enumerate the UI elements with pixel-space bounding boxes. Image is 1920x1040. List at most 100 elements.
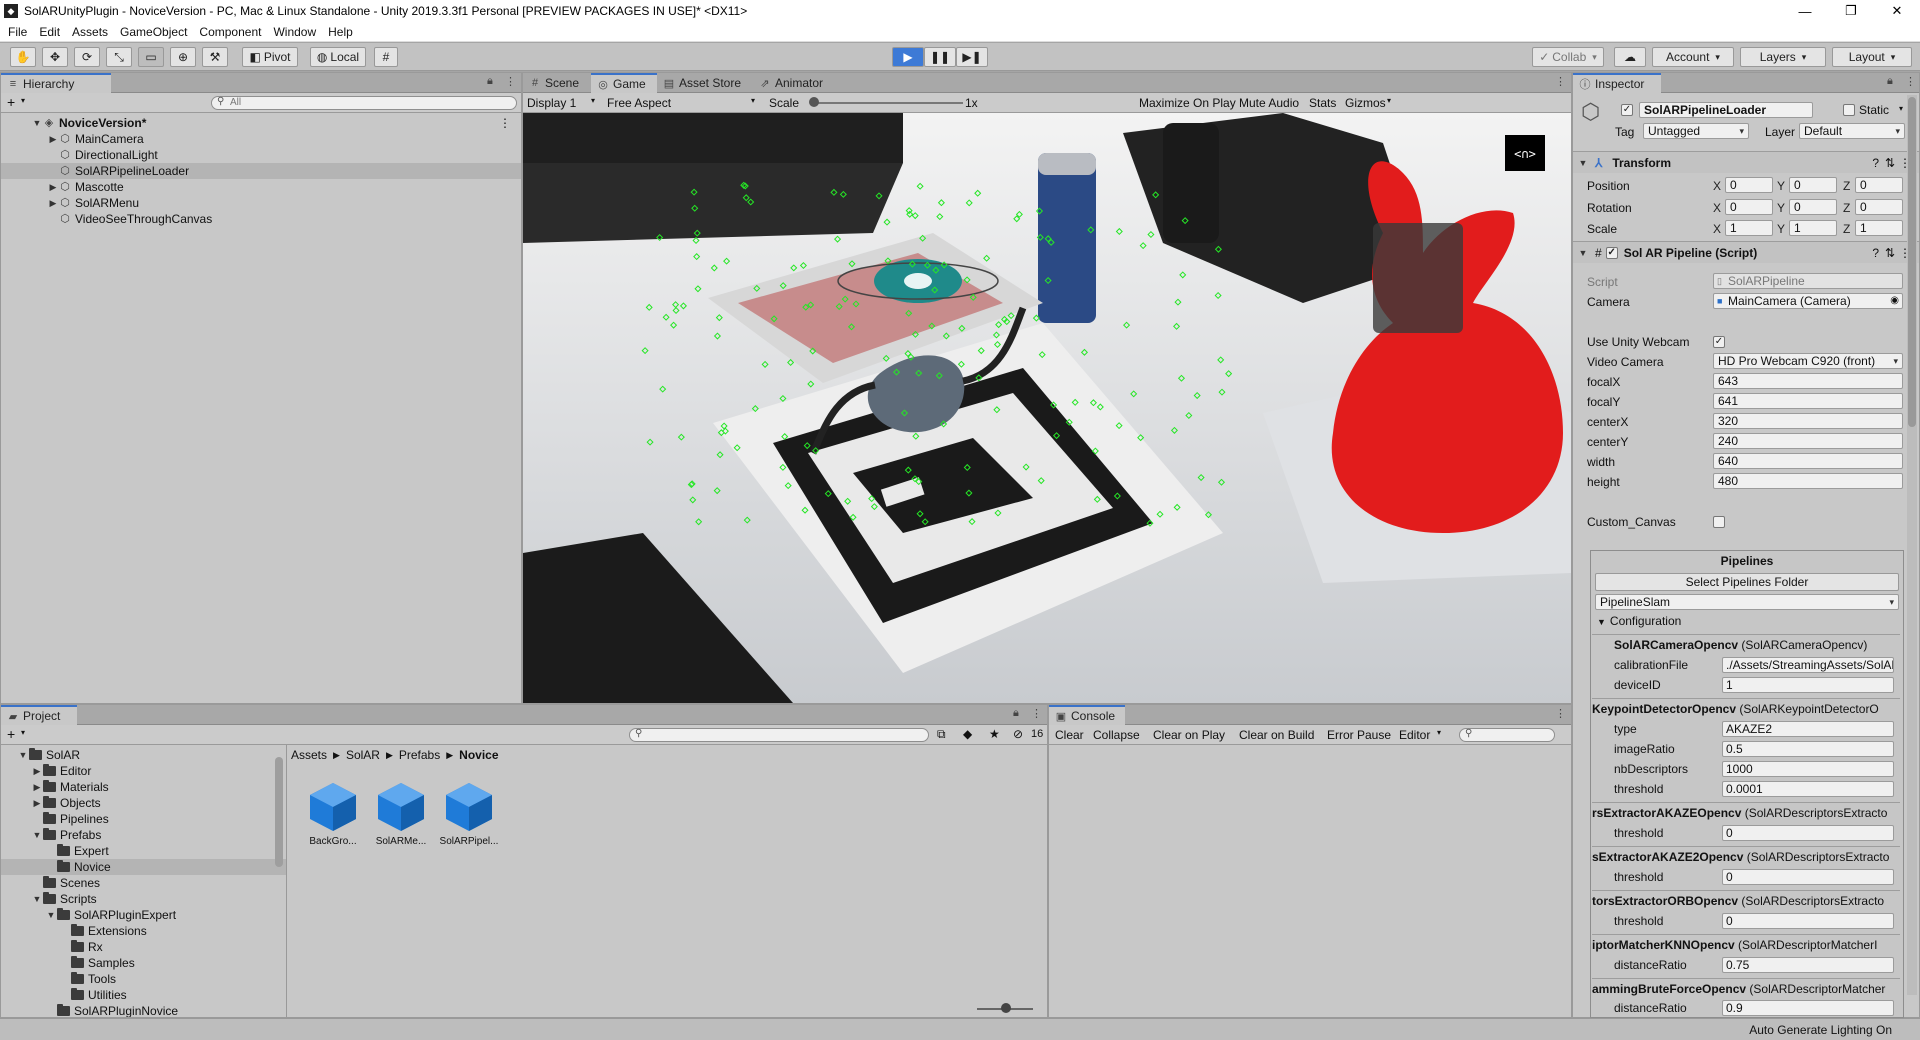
static-dropdown-icon[interactable]: ▾ [1899,104,1903,113]
grid-snap-icon[interactable]: # [374,47,398,67]
menu-component[interactable]: Component [193,25,267,39]
height-field[interactable]: 480 [1713,473,1903,489]
transform-tool-icon[interactable]: ⊕ [170,47,196,67]
account-dropdown[interactable]: Account [1652,47,1734,67]
project-folder-item[interactable]: ▶ Editor [1,763,286,779]
cloud-icon[interactable]: ☁ [1614,47,1646,67]
camera-object-field[interactable]: ■ MainCamera (Camera) ◉ [1713,293,1903,309]
console-clear-on-play-button[interactable]: Clear on Play [1153,728,1225,742]
project-folder-item[interactable]: Utilities [1,987,286,1003]
help-icon[interactable]: ? [1872,246,1879,260]
detector-type-field[interactable]: AKAZE2 [1722,721,1894,737]
hierarchy-item[interactable]: ▶ ⬡ MainCamera [1,131,521,147]
console-collapse-button[interactable]: Collapse [1093,728,1140,742]
panel-menu-icon[interactable]: ⋮ [1555,75,1566,88]
project-folder-item[interactable]: ▼ Prefabs [1,827,286,843]
configuration-foldout[interactable]: ▼ Configuration [1597,614,1681,628]
project-search-input[interactable]: ⚲ [629,728,929,742]
centerx-field[interactable]: 320 [1713,413,1903,429]
expanded-arrow-icon[interactable]: ▼ [31,894,43,904]
rotation-y-field[interactable]: 0 [1789,199,1837,215]
akaze2-extractor-header[interactable]: sExtractorAKAZE2Opencv (SolARDescriptors… [1592,846,1900,866]
threshold-field[interactable]: 0 [1722,913,1894,929]
menu-window[interactable]: Window [267,25,322,39]
menu-file[interactable]: File [2,25,33,39]
local-toggle[interactable]: ◍ Local [310,47,366,67]
focalx-field[interactable]: 643 [1713,373,1903,389]
nb-descriptors-field[interactable]: 1000 [1722,761,1894,777]
tag-dropdown[interactable]: Untagged [1643,123,1749,139]
console-clear-button[interactable]: Clear [1055,728,1084,742]
orb-extractor-header[interactable]: torsExtractorORBOpencv (SolARDescriptors… [1592,890,1900,910]
menu-help[interactable]: Help [322,25,359,39]
aspect-dropdown[interactable]: Free Aspect [607,96,671,110]
project-folder-item[interactable]: Tools [1,971,286,987]
project-folder-item[interactable]: ▶ Materials [1,779,286,795]
select-pipelines-folder-button[interactable]: Select Pipelines Folder [1595,573,1899,591]
distance-ratio-field[interactable]: 0.75 [1722,957,1894,973]
lock-icon[interactable]: 🔒︎ [1013,707,1019,720]
collapsed-arrow-icon[interactable]: ▶ [47,182,59,193]
use-webcam-checkbox[interactable]: ✓ [1713,336,1725,348]
tab-scene[interactable]: # Scene [523,73,591,93]
project-folder-item[interactable]: Samples [1,955,286,971]
hierarchy-item-selected[interactable]: ⬡ SolARPipelineLoader [1,163,521,179]
panel-menu-icon[interactable]: ⋮ [1555,707,1566,720]
transform-header[interactable]: ▼ ⅄ Transform ? ⇅ ⋮ [1573,151,1919,173]
project-folder-item[interactable]: ▼ Scripts [1,891,286,907]
asset-item[interactable]: BackGro... [301,779,365,847]
create-dropdown-icon[interactable]: ▾ [21,728,25,737]
expand-arrow-icon[interactable]: ▼ [1577,248,1589,258]
threshold-field[interactable]: 0 [1722,869,1894,885]
hidden-packages-icon[interactable]: ⊘ [1013,727,1023,741]
scale-z-field[interactable]: 1 [1855,220,1903,236]
scale-x-field[interactable]: 1 [1725,220,1773,236]
console-clear-on-build-button[interactable]: Clear on Build [1239,728,1314,742]
position-y-field[interactable]: 0 [1789,177,1837,193]
project-folder-item[interactable]: Scenes [1,875,286,891]
threshold-field[interactable]: 0 [1722,825,1894,841]
scene-menu-icon[interactable]: ⋮ [499,116,511,130]
display-dropdown[interactable]: Display 1 [527,96,576,110]
object-name-field[interactable]: SolARPipelineLoader [1639,102,1813,118]
breadcrumb-solar[interactable]: SolAR [346,748,380,762]
knn-matcher-header[interactable]: iptorMatcherKNNOpencv (SolARDescriptorMa… [1592,934,1900,954]
bruteforce-matcher-header[interactable]: ammingBruteForceOpencv (SolARDescriptorM… [1592,978,1900,998]
collapsed-arrow-icon[interactable]: ▶ [47,198,59,209]
project-folder-item[interactable]: ▼ SolARPluginExpert [1,907,286,923]
project-folder-item[interactable]: Expert [1,843,286,859]
gizmos-toggle[interactable]: Gizmos [1345,96,1386,110]
pause-button[interactable]: ❚❚ [924,47,956,67]
scale-slider-track[interactable] [813,102,963,104]
tab-game[interactable]: ◎ Game [591,73,657,93]
collapsed-arrow-icon[interactable]: ▶ [31,782,43,793]
panel-menu-icon[interactable]: ⋮ [505,75,516,88]
tab-asset-store[interactable]: ▤ Asset Store [657,73,753,93]
breadcrumb-assets[interactable]: Assets [291,748,327,762]
tab-inspector[interactable]: ⓘ Inspector [1573,73,1661,93]
console-search-input[interactable]: ⚲ [1459,728,1555,742]
custom-tool-icon[interactable]: ⚒ [202,47,228,67]
scale-y-field[interactable]: 1 [1789,220,1837,236]
active-checkbox[interactable]: ✓ [1621,104,1633,116]
rotation-z-field[interactable]: 0 [1855,199,1903,215]
panel-menu-icon[interactable]: ⋮ [1905,75,1916,88]
hand-tool-icon[interactable]: ✋ [10,47,36,67]
close-button[interactable]: ✕ [1874,0,1920,22]
game-view[interactable]: <∩> [523,113,1571,703]
detector-threshold-field[interactable]: 0.0001 [1722,781,1894,797]
collapsed-arrow-icon[interactable]: ▶ [31,766,43,777]
component-enabled-checkbox[interactable]: ✓ [1605,246,1618,259]
centery-field[interactable]: 240 [1713,433,1903,449]
layer-dropdown[interactable]: Default [1799,123,1905,139]
tree-scrollbar[interactable] [275,757,283,867]
aspect-dropdown-icon[interactable]: ▾ [751,96,755,105]
static-checkbox[interactable] [1843,104,1855,116]
hierarchy-item[interactable]: ⬡ DirectionalLight [1,147,521,163]
width-field[interactable]: 640 [1713,453,1903,469]
create-dropdown-icon[interactable]: ▾ [21,96,25,105]
layout-dropdown[interactable]: Layout [1832,47,1912,67]
console-editor-dropdown[interactable]: Editor [1399,728,1430,742]
rotate-tool-icon[interactable]: ⟳ [74,47,100,67]
scale-slider-thumb[interactable] [809,97,819,107]
